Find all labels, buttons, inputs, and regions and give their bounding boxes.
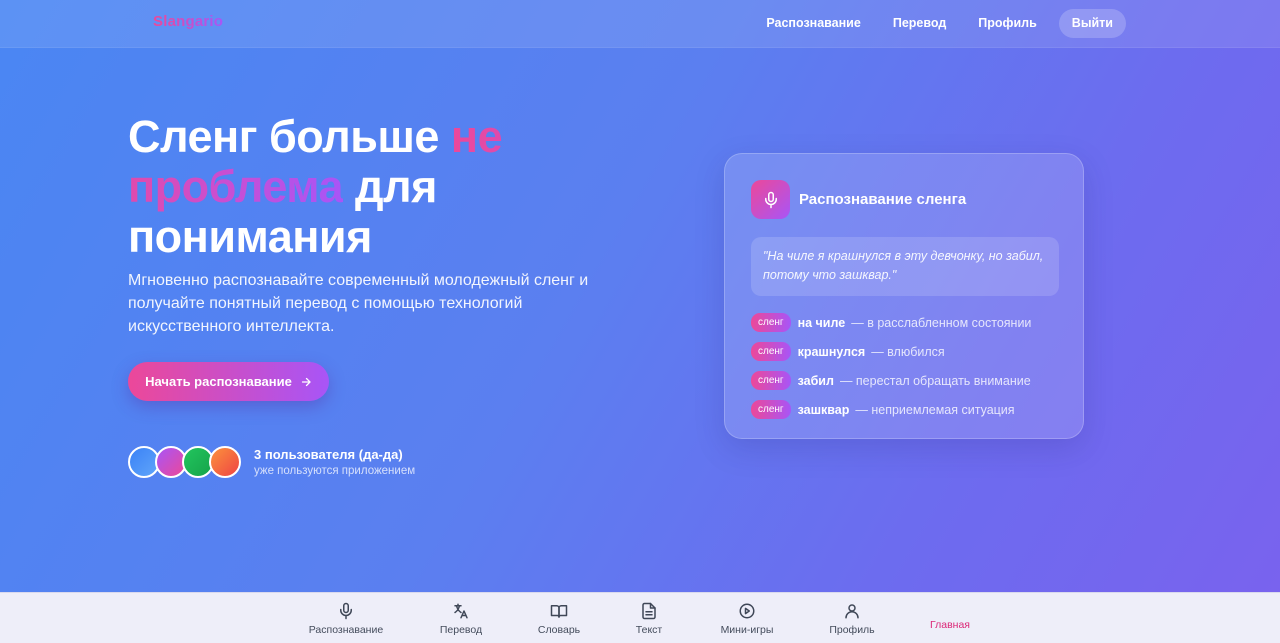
slang-term: крашнулся xyxy=(797,344,866,359)
slang-term: забил xyxy=(797,373,834,388)
logout-button[interactable]: Выйти xyxy=(1058,8,1126,38)
arrow-right-icon xyxy=(301,377,311,386)
slang-definition: — в расслабленном состоянии xyxy=(851,315,1032,330)
slang-item: сленг зашквар — неприемлемая ситуация xyxy=(751,395,1031,424)
top-navbar: Slangario Распознавание Перевод Профиль … xyxy=(0,0,1280,48)
users-text: 3 пользователя (да-да) уже пользуются пр… xyxy=(254,447,415,477)
slang-item: сленг забил — перестал обращать внимание xyxy=(751,366,1031,395)
start-recognition-label: Начать распознавание xyxy=(145,374,292,389)
bottom-nav-recognition[interactable]: Распознавание xyxy=(296,602,396,636)
play-icon xyxy=(739,603,755,619)
slang-definition: — влюбился xyxy=(871,344,945,359)
nav-link-recognition[interactable]: Распознавание xyxy=(750,8,876,38)
slang-definition: — перестал обращать внимание xyxy=(839,373,1031,388)
slang-item: сленг крашнулся — влюбился xyxy=(751,337,1031,366)
mic-icon xyxy=(764,191,777,208)
bottom-nav-label: Главная xyxy=(930,619,970,631)
bottom-nav-label: Текст xyxy=(635,624,663,636)
slang-list: сленг на чиле — в расслабленном состояни… xyxy=(751,308,1031,424)
bottom-nav-profile[interactable]: Профиль xyxy=(802,602,902,636)
users-block: 3 пользователя (да-да) уже пользуются пр… xyxy=(128,446,415,478)
slang-term: зашквар xyxy=(797,402,850,417)
example-quote: "На чиле я крашнулся в эту девчонку, но … xyxy=(751,237,1059,296)
slang-term: на чиле xyxy=(797,315,846,330)
hero-title-part1: Сленг больше xyxy=(128,111,451,162)
mic-icon xyxy=(340,602,352,620)
bottom-nav-label: Мини-игры xyxy=(720,624,774,636)
bottom-nav-minigames[interactable]: Мини-игры xyxy=(697,602,797,636)
bottom-nav-home[interactable]: Главная xyxy=(900,615,1000,631)
bottom-nav-translate[interactable]: Перевод xyxy=(411,602,511,636)
users-caption: уже пользуются приложением xyxy=(254,465,416,477)
translate-icon xyxy=(454,603,468,619)
nav-link-profile[interactable]: Профиль xyxy=(962,8,1053,38)
bottom-nav-label: Профиль xyxy=(829,624,875,636)
app-logo[interactable]: Slangario xyxy=(153,13,223,30)
slang-definition: — неприемлемая ситуация xyxy=(855,402,1015,417)
card-header: Распознавание сленга xyxy=(751,180,966,219)
start-recognition-button[interactable]: Начать распознавание xyxy=(128,362,329,401)
slang-tag: сленг xyxy=(751,371,791,390)
slang-tag: сленг xyxy=(751,400,791,419)
top-nav-links: Распознавание Перевод Профиль Выйти xyxy=(750,8,1126,38)
bottom-nav-label: Перевод xyxy=(439,624,483,636)
hero-subtitle: Мгновенно распознавайте современный моло… xyxy=(128,272,589,335)
users-count: 3 пользователя (да-да) xyxy=(254,447,403,462)
slang-tag: сленг xyxy=(751,342,791,361)
slang-tag: сленг xyxy=(751,313,791,332)
bottom-nav-dictionary[interactable]: Словарь xyxy=(509,602,609,636)
user-icon xyxy=(845,604,859,619)
bottom-navbar: Распознавание Перевод Словарь Текст Мини… xyxy=(0,592,1280,643)
nav-link-translate[interactable]: Перевод xyxy=(877,8,962,38)
book-icon xyxy=(550,605,568,618)
document-icon xyxy=(642,602,656,620)
bottom-nav-text[interactable]: Текст xyxy=(599,602,699,636)
mic-badge xyxy=(751,180,790,219)
card-title: Распознавание сленга xyxy=(799,191,967,208)
bottom-nav-label: Словарь xyxy=(537,624,581,636)
bottom-nav-label: Распознавание xyxy=(308,624,384,636)
hero-title: Сленг больше не проблема для понимания xyxy=(128,112,648,262)
avatar-group xyxy=(128,446,241,478)
slang-recognition-card: Распознавание сленга "На чиле я крашнулс… xyxy=(724,153,1084,439)
avatar xyxy=(209,446,241,478)
slang-item: сленг на чиле — в расслабленном состояни… xyxy=(751,308,1031,337)
